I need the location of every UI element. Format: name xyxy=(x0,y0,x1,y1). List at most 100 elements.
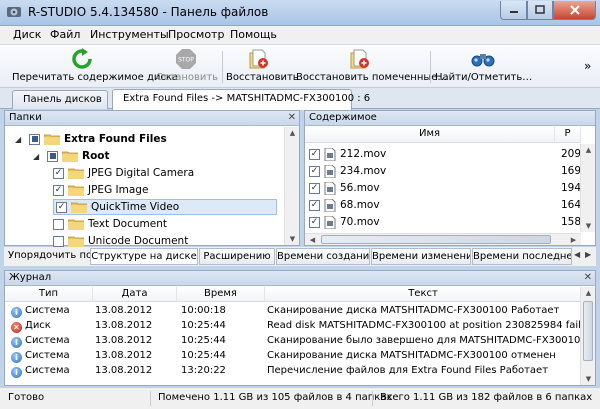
file-row[interactable]: ✓ 68.mov 164 xyxy=(309,197,581,213)
file-row[interactable]: ✓ 70.mov 158 xyxy=(309,214,581,230)
tab-disks-panel[interactable]: Панель дисков xyxy=(12,90,108,109)
journal-row[interactable]: i Система 13.08.2012 10:25:44 Сканирование б… xyxy=(5,334,582,349)
toolbar-separator xyxy=(222,51,223,83)
folder-checkbox[interactable]: ✓ xyxy=(53,167,64,179)
scroll-left-icon[interactable]: ◀ xyxy=(305,234,320,246)
sort-scroll-left-icon[interactable]: ◀ xyxy=(574,250,580,259)
journal-text-value: Сканирование диска MATSHITADMC-FX300100 … xyxy=(267,350,556,361)
folders-vertical-scrollbar[interactable]: ▲ ▼ xyxy=(284,127,299,245)
stop-badge: STOP xyxy=(178,57,194,64)
journal-text-value: Read disk MATSHITADMC-FX300100 at positi… xyxy=(267,320,581,331)
rescan-label: Перечитать содержимое диска xyxy=(12,72,179,83)
journal-text-value: Сканирование было завершено для MATSHITA… xyxy=(267,335,581,346)
sort-by-extension[interactable]: Расширению xyxy=(199,248,275,265)
column-name-header[interactable]: Имя xyxy=(305,127,555,143)
journal-type-value: Система xyxy=(25,365,70,376)
contents-horizontal-scrollbar[interactable]: ◀ ▶ xyxy=(305,233,581,245)
file-row[interactable]: ✓ 56.mov 194 xyxy=(309,180,581,196)
scroll-up-icon[interactable]: ▲ xyxy=(581,144,596,156)
sort-by-structure[interactable]: Структуре на диске xyxy=(90,248,198,265)
tab-label: Extra Found Files -> MATSHITADMC-FX30010… xyxy=(123,93,371,104)
folder-checkbox[interactable] xyxy=(29,133,40,145)
folder-tree-item[interactable]: Text Document xyxy=(53,216,167,232)
restore-marked-button[interactable]: Восстановить помеченные… xyxy=(296,48,447,86)
journal-vertical-scrollbar[interactable]: ▲ ▼ xyxy=(580,287,595,385)
minimize-button[interactable] xyxy=(500,1,527,20)
expand-toggle-icon[interactable]: ◢ xyxy=(33,152,43,161)
file-row[interactable]: ✓ 234.mov 169 xyxy=(309,163,581,179)
folder-checkbox[interactable]: ✓ xyxy=(53,184,64,196)
scrollbar-thumb[interactable] xyxy=(583,301,593,361)
menu-file[interactable]: Файл xyxy=(50,28,80,41)
file-name: 70.mov xyxy=(340,216,380,228)
folder-tree-item[interactable]: ✓ QuickTime Video xyxy=(53,199,277,215)
stop-button[interactable]: STOP Остановить xyxy=(156,48,218,86)
folder-label: JPEG Digital Camera xyxy=(88,167,195,179)
folder-checkbox[interactable]: ✓ xyxy=(56,201,67,213)
journal-text-value: Перечисление файлов для Extra Found File… xyxy=(267,365,549,376)
folder-checkbox[interactable] xyxy=(53,218,64,230)
folder-tree-item[interactable]: ✓ JPEG Image xyxy=(53,182,148,198)
journal-type: i Система xyxy=(11,334,93,349)
scroll-down-icon[interactable]: ▼ xyxy=(285,233,300,245)
folder-tree-item[interactable]: ◢ Extra Found Files xyxy=(15,131,167,147)
journal-type: ✕ Диск xyxy=(11,319,93,334)
journal-time: 13:20:22 xyxy=(181,364,263,379)
sort-bar: Упорядочить по: Структуре на диске Расши… xyxy=(4,247,596,266)
scroll-up-icon[interactable]: ▲ xyxy=(285,127,300,139)
scroll-down-icon[interactable]: ▼ xyxy=(581,373,596,385)
sort-by-accessed[interactable]: Времени последнего xyxy=(472,248,572,265)
scroll-right-icon[interactable]: ▶ xyxy=(566,234,581,246)
file-checkbox[interactable]: ✓ xyxy=(309,148,320,160)
sort-scroll-right-icon[interactable]: ▶ xyxy=(585,250,591,259)
journal-row[interactable]: i Система 13.08.2012 13:20:22 Перечисление ф… xyxy=(5,364,582,379)
journal-type: i Система xyxy=(11,349,93,364)
scroll-up-icon[interactable]: ▲ xyxy=(581,287,596,299)
journal-type: i Система xyxy=(11,304,93,319)
toolbar-separator xyxy=(430,51,431,83)
journal-date: 13.08.2012 xyxy=(95,364,175,379)
column-size-header[interactable]: Р xyxy=(555,127,581,143)
status-ready: Готово xyxy=(8,392,45,403)
journal-col-type[interactable]: Тип xyxy=(5,287,93,302)
toolbar-overflow-button[interactable]: » xyxy=(584,59,591,73)
video-file-icon xyxy=(324,215,336,229)
folder-tree-item[interactable]: ✓ JPEG Digital Camera xyxy=(53,165,194,181)
maximize-button[interactable] xyxy=(527,1,553,20)
journal-type-value: Система xyxy=(25,305,70,316)
contents-vertical-scrollbar[interactable]: ▲ ▼ xyxy=(580,144,595,232)
tab-file-panel[interactable]: Extra Found Files -> MATSHITADMC-FX30010… xyxy=(112,89,370,110)
journal-row[interactable]: ✕ Диск 13.08.2012 10:25:44 Read disk MATSHIT… xyxy=(5,319,582,334)
folder-checkbox[interactable] xyxy=(47,150,58,162)
menu-help[interactable]: Помощь xyxy=(230,28,277,41)
folder-tree-item[interactable]: ◢ Root xyxy=(33,148,110,164)
journal-row[interactable]: i Система 13.08.2012 10:25:44 Сканирование д… xyxy=(5,349,582,364)
file-checkbox[interactable]: ✓ xyxy=(309,216,320,228)
file-checkbox[interactable]: ✓ xyxy=(309,199,320,211)
find-mark-button[interactable]: Найти/Отметить… xyxy=(435,48,532,86)
menu-disk[interactable]: Диск xyxy=(13,28,41,41)
file-checkbox[interactable]: ✓ xyxy=(309,165,320,177)
menu-tools[interactable]: Инструменты xyxy=(90,28,169,41)
sort-by-modified[interactable]: Времени изменения xyxy=(371,248,471,265)
folders-panel-header: Папки ✕ xyxy=(5,111,299,126)
journal-col-date[interactable]: Дата xyxy=(93,287,177,302)
close-icon[interactable]: ✕ xyxy=(288,112,296,123)
menu-view[interactable]: Просмотр xyxy=(168,28,224,41)
restore-button[interactable]: Восстановить xyxy=(226,48,299,86)
close-button[interactable] xyxy=(553,1,596,20)
journal-row[interactable]: i Система 13.08.2012 10:00:18 Сканирование д… xyxy=(5,304,582,319)
window-title: R-STUDIO 5.4.134580 - Панель файлов xyxy=(28,5,269,19)
sort-by-created[interactable]: Времени создания xyxy=(276,248,370,265)
folder-checkbox[interactable] xyxy=(53,235,64,247)
scrollbar-thumb[interactable] xyxy=(321,235,551,244)
rescan-button[interactable]: Перечитать содержимое диска xyxy=(12,48,178,86)
file-checkbox[interactable]: ✓ xyxy=(309,182,320,194)
journal-col-time[interactable]: Время xyxy=(177,287,265,302)
journal-col-text[interactable]: Текст xyxy=(265,287,582,302)
journal-date-value: 13.08.2012 xyxy=(95,305,153,316)
file-row[interactable]: ✓ 212.mov 209 xyxy=(309,146,581,162)
expand-toggle-icon[interactable]: ◢ xyxy=(15,135,25,144)
scroll-down-icon[interactable]: ▼ xyxy=(581,220,596,232)
close-icon[interactable]: ✕ xyxy=(584,272,592,283)
